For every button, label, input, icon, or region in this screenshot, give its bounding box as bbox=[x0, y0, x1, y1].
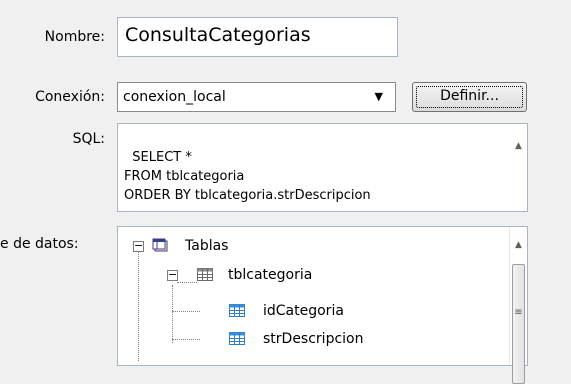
tree-node-label: Tablas bbox=[185, 238, 229, 254]
field-icon bbox=[229, 332, 245, 345]
dropdown-arrow-icon[interactable]: ▼ bbox=[375, 88, 383, 106]
tree-node-label: idCategoria bbox=[263, 303, 344, 319]
collapse-icon[interactable]: − bbox=[133, 240, 144, 252]
sql-textarea[interactable]: SELECT * FROM tblcategoria ORDER BY tblc… bbox=[117, 123, 528, 212]
tree-node-tablas[interactable]: − Tablas bbox=[118, 235, 498, 257]
tree-node-idcategoria[interactable]: idCategoria bbox=[118, 300, 498, 322]
database-icon bbox=[152, 238, 168, 252]
name-field[interactable]: ConsultaCategorias bbox=[117, 17, 398, 57]
grip-icon: ≡ bbox=[514, 307, 523, 318]
connection-label: Conexión: bbox=[35, 89, 105, 105]
scroll-up-arrow-icon[interactable]: ▲ bbox=[510, 139, 527, 153]
sql-scrollbar[interactable]: ▲ bbox=[510, 124, 527, 211]
connection-select[interactable]: conexion_local ▼ bbox=[117, 82, 396, 112]
datasource-tree[interactable]: − Tablas − tblcategoria idCategoria strD… bbox=[117, 226, 528, 384]
sql-text: SELECT * FROM tblcategoria ORDER BY tblc… bbox=[124, 150, 371, 203]
tree-node-label: tblcategoria bbox=[228, 267, 313, 283]
tree-node-strdescripcion[interactable]: strDescripcion bbox=[118, 328, 498, 350]
tree-node-label: strDescripcion bbox=[263, 331, 364, 347]
focus-ring bbox=[416, 86, 523, 108]
field-icon bbox=[229, 304, 245, 317]
scroll-up-arrow-icon[interactable]: ▲ bbox=[510, 238, 527, 252]
define-button[interactable]: Definir... bbox=[412, 82, 527, 112]
tree-scrollbar[interactable]: ▲ ≡ bbox=[509, 227, 527, 384]
datasource-label: e de datos: bbox=[0, 236, 79, 252]
table-icon bbox=[197, 268, 213, 281]
connection-select-value: conexion_local bbox=[123, 89, 226, 105]
collapse-icon[interactable]: − bbox=[167, 269, 178, 281]
sql-label: SQL: bbox=[72, 131, 105, 147]
scroll-thumb[interactable]: ≡ bbox=[512, 264, 525, 384]
name-label: Nombre: bbox=[44, 29, 105, 45]
tree-node-tblcategoria[interactable]: − tblcategoria bbox=[118, 264, 498, 286]
